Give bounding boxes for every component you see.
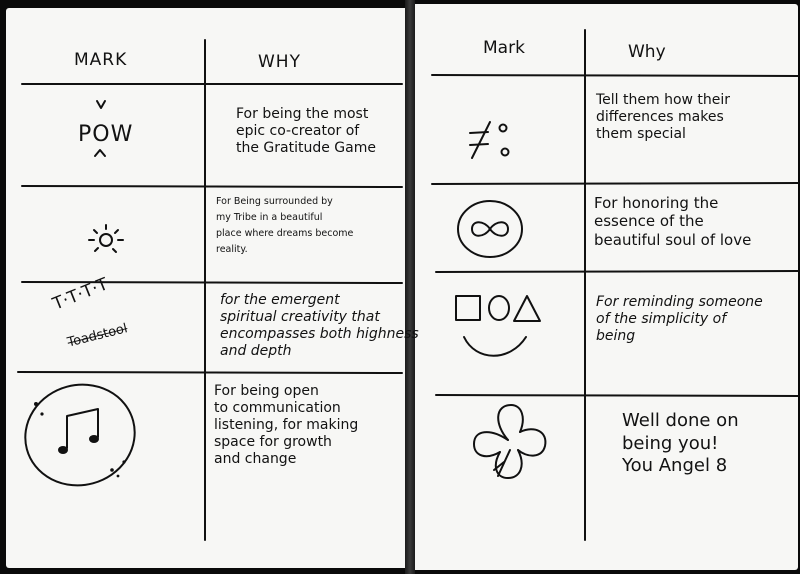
clover-icon: [473, 404, 547, 479]
right-row4-why: Well done on being you! You Angel 8: [622, 410, 739, 476]
